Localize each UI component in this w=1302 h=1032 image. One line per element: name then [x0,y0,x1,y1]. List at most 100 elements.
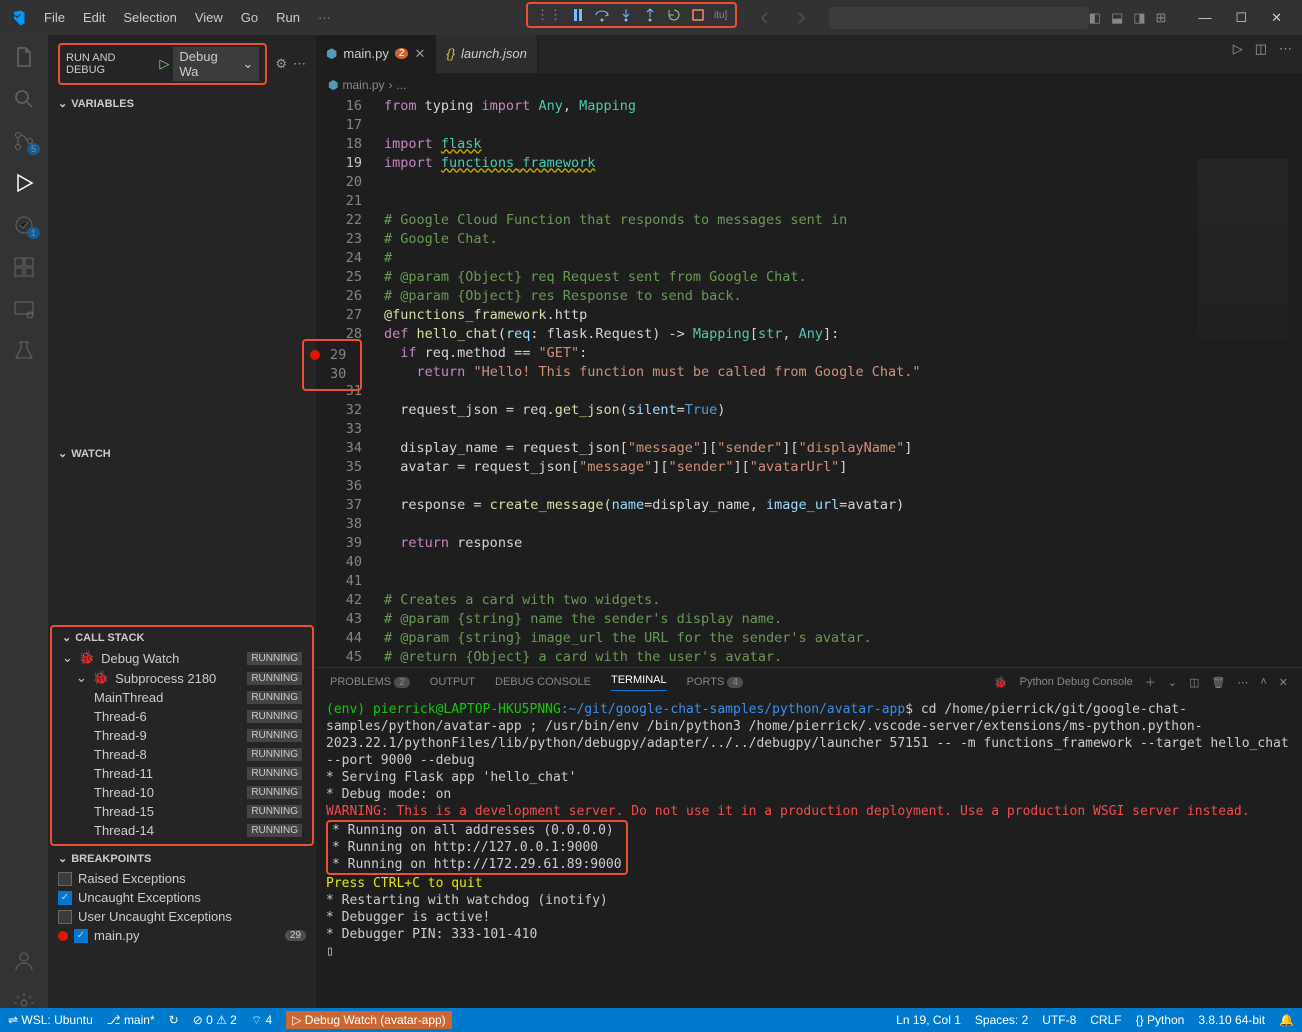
notifications-icon[interactable]: 🔔 [1279,1013,1294,1027]
callstack-thread[interactable]: Thread-15RUNNING [52,802,312,821]
breadcrumb[interactable]: ⬢ main.py › ... [316,73,1302,97]
variables-header[interactable]: ⌄VARIABLES [48,93,316,114]
tab-terminal[interactable]: TERMINAL [611,674,667,691]
menu-selection[interactable]: Selection [115,6,184,29]
breakpoint-marker[interactable]: 2930 [302,339,362,391]
callstack-root[interactable]: ⌄ 🐞 Debug Watch RUNNING [52,648,312,668]
breakpoint-dot-icon [58,931,68,941]
tab-main[interactable]: ⬢ main.py 2 ✕ [316,35,436,73]
close-button[interactable]: ✕ [1259,6,1294,30]
maximize-panel-icon[interactable]: ˄ [1260,676,1266,688]
minimap[interactable] [1198,159,1288,339]
step-over-icon[interactable] [594,7,610,23]
remote-indicator[interactable]: ⇌ WSL: Ubuntu [8,1013,93,1027]
beaker-icon[interactable] [12,339,36,363]
pause-icon[interactable] [570,7,586,23]
callstack-thread[interactable]: Thread-11RUNNING [52,764,312,783]
tab-ports[interactable]: PORTS 4 [687,676,743,688]
python-version[interactable]: 3.8.10 64-bit [1198,1013,1265,1027]
breakpoint-file[interactable]: ✓ main.py 29 [48,926,316,945]
more-icon[interactable]: ⋯ [1237,676,1248,689]
run-icon[interactable]: ▷ [1233,41,1243,57]
drag-handle-icon[interactable]: ⋮⋮ [536,7,562,23]
minimize-button[interactable]: — [1186,6,1223,30]
layout-grid-icon[interactable]: ⊞ [1156,10,1167,26]
nav-fwd-icon[interactable] [793,10,809,26]
account-icon[interactable] [12,949,36,973]
tab-problems[interactable]: PROBLEMS 2 [330,676,410,688]
close-icon[interactable]: ✕ [414,46,425,62]
scm-icon[interactable]: 5 [12,129,36,153]
breakpoint-item[interactable]: ✓Uncaught Exceptions [48,888,316,907]
terminal-selector[interactable]: Python Debug Console [1020,676,1133,688]
command-center[interactable] [829,7,1089,29]
status-badge: RUNNING [247,824,302,837]
debug-config-selector[interactable]: RUN AND DEBUG ▷ Debug Wa ⌄ [58,43,267,85]
ports-status[interactable]: ⌔ 4 [251,1013,272,1028]
testing-icon[interactable]: 1 [12,213,36,237]
more-icon[interactable]: ⋯ [1279,41,1292,57]
maximize-button[interactable]: ☐ [1223,6,1259,30]
layout-bottom-icon[interactable]: ⬓ [1111,10,1123,26]
step-out-icon[interactable] [642,7,658,23]
problems-status[interactable]: ⊘ 0 ⚠ 2 [193,1013,237,1027]
encoding-status[interactable]: UTF-8 [1042,1013,1076,1027]
checkbox[interactable] [58,872,72,886]
step-into-icon[interactable] [618,7,634,23]
menu-more[interactable]: ··· [310,6,339,29]
callstack-thread[interactable]: Thread-8RUNNING [52,745,312,764]
debug-status[interactable]: ▷ Debug Watch (avatar-app) [286,1011,452,1029]
start-debug-icon[interactable]: ▷ [159,56,169,72]
lang-status[interactable]: {} Python [1136,1013,1185,1027]
sync-icon[interactable]: ↻ [169,1013,179,1027]
split-icon[interactable]: ◫ [1255,41,1267,57]
callstack-thread[interactable]: Thread-6RUNNING [52,707,312,726]
menu-run[interactable]: Run [268,6,308,29]
more-icon[interactable]: ⋯ [293,56,306,72]
menu-file[interactable]: File [36,6,73,29]
tab-output[interactable]: OUTPUT [430,676,475,688]
breakpoint-item[interactable]: Raised Exceptions [48,869,316,888]
menu-edit[interactable]: Edit [75,6,113,29]
chevron-down-icon[interactable]: ⌄ [1168,676,1177,689]
run-debug-icon[interactable] [12,171,36,195]
watch-header[interactable]: ⌄WATCH [48,443,316,464]
explorer-icon[interactable] [12,45,36,69]
callstack-header[interactable]: ⌄CALL STACK [52,627,312,648]
terminal[interactable]: (env) pierrick@LAPTOP-HKU5PNNG:~/git/goo… [316,697,1302,1025]
debug-config-dropdown[interactable]: Debug Wa ⌄ [173,47,259,81]
tab-debug-console[interactable]: DEBUG CONSOLE [495,676,591,688]
breakpoint-item[interactable]: User Uncaught Exceptions [48,907,316,926]
close-panel-icon[interactable]: ✕ [1279,676,1288,689]
debug-toolbar[interactable]: ⋮⋮ itu] [526,2,737,28]
checkbox[interactable] [58,910,72,924]
layout-right-icon[interactable]: ◨ [1133,10,1145,26]
breakpoints-header[interactable]: ⌄BREAKPOINTS [48,848,316,869]
checkbox[interactable]: ✓ [58,891,72,905]
callstack-subprocess[interactable]: ⌄ 🐞 Subprocess 2180 RUNNING [52,668,312,688]
tab-launch[interactable]: {} launch.json [436,35,537,73]
callstack-thread[interactable]: MainThreadRUNNING [52,688,312,707]
callstack-thread[interactable]: Thread-14RUNNING [52,821,312,840]
gear-icon[interactable]: ⚙ [275,56,287,72]
stop-icon[interactable] [690,7,706,23]
add-terminal-icon[interactable]: ＋ [1145,674,1156,690]
nav-back-icon[interactable] [757,10,773,26]
code-editor[interactable]: 2930 16171819202122232425262728 31323334… [316,97,1302,667]
search-icon[interactable] [12,87,36,111]
extensions-icon[interactable] [12,255,36,279]
callstack-thread[interactable]: Thread-10RUNNING [52,783,312,802]
callstack-thread[interactable]: Thread-9RUNNING [52,726,312,745]
cursor-position[interactable]: Ln 19, Col 1 [896,1013,961,1027]
split-icon[interactable]: ◫ [1189,676,1199,689]
remote-icon[interactable] [12,297,36,321]
checkbox[interactable]: ✓ [74,929,88,943]
git-branch[interactable]: ⎇ main* [107,1013,155,1027]
restart-icon[interactable] [666,7,682,23]
trash-icon[interactable]: 🗑 [1211,676,1225,689]
layout-left-icon[interactable]: ◧ [1089,10,1101,26]
eol-status[interactable]: CRLF [1090,1013,1121,1027]
indent-status[interactable]: Spaces: 2 [975,1013,1028,1027]
menu-go[interactable]: Go [233,6,266,29]
menu-view[interactable]: View [187,6,231,29]
